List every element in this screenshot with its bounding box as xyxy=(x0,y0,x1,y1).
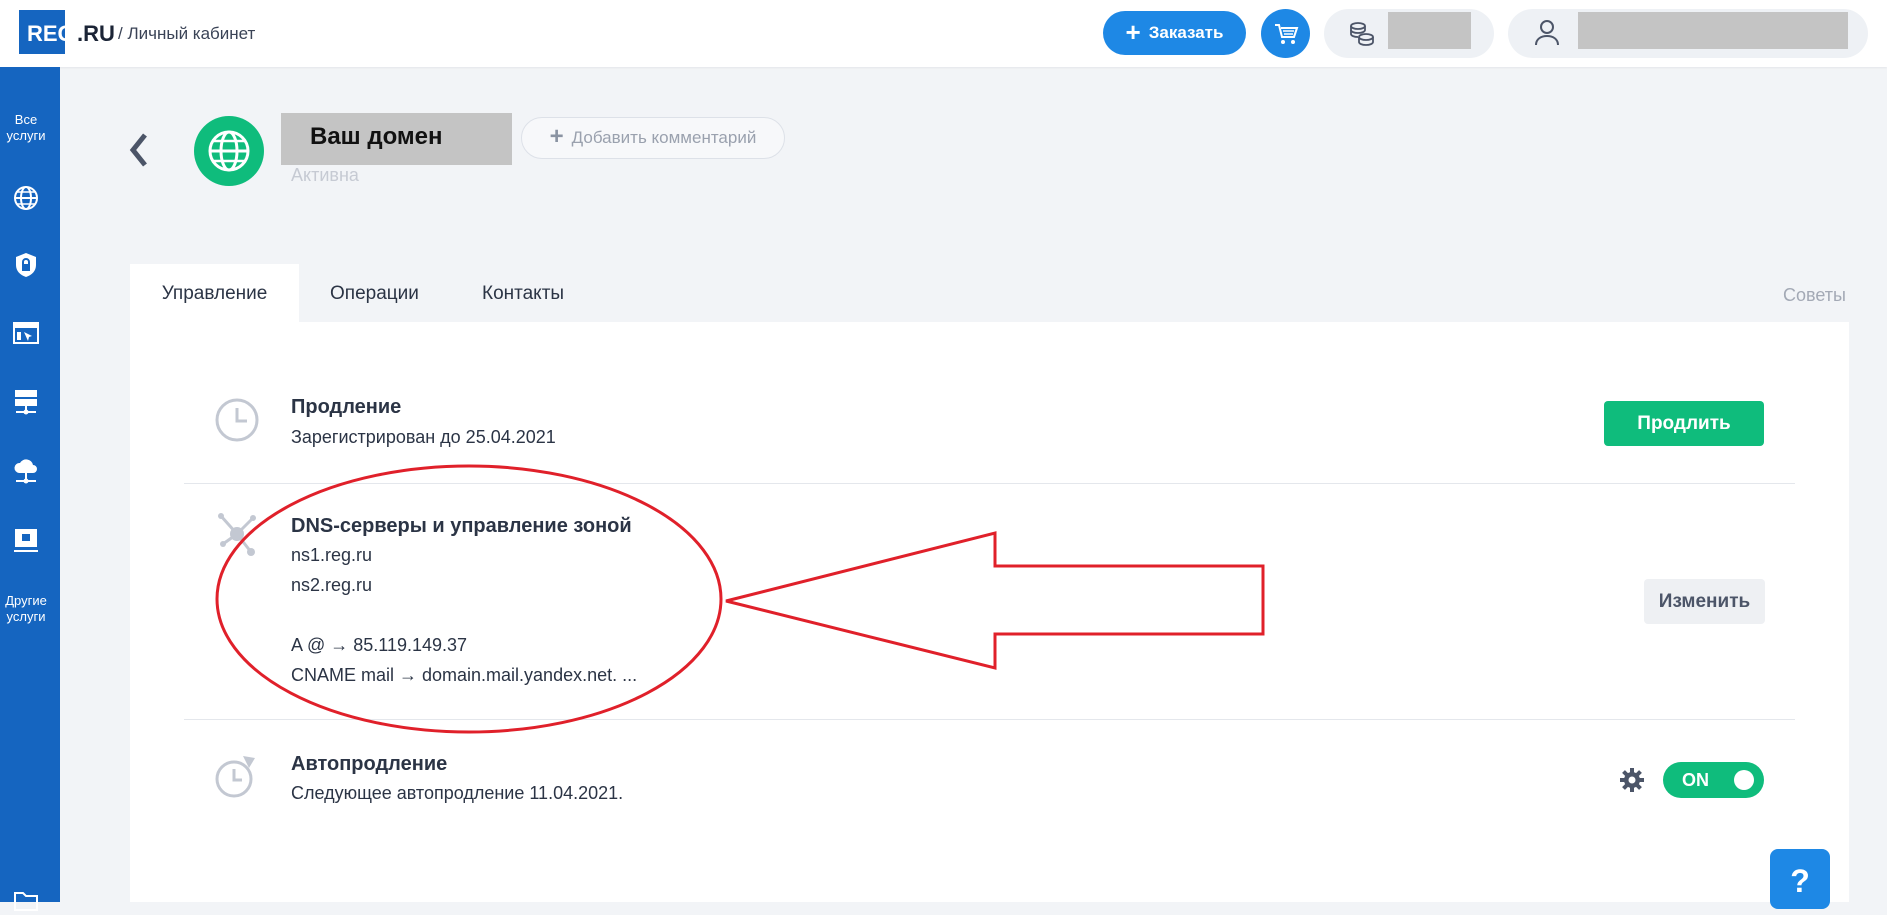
autorenew-next-date: Следующее автопродление 11.04.2021. xyxy=(291,783,624,803)
dns-title: DNS-серверы и управление зоной xyxy=(291,515,632,537)
domain-name: Ваш домен xyxy=(310,123,443,150)
user-icon xyxy=(1535,20,1559,46)
server-icon[interactable] xyxy=(12,388,40,416)
edit-dns-button[interactable]: Изменить xyxy=(1644,579,1765,624)
ns2-value: ns2.reg.ru xyxy=(291,575,373,595)
sidebar: Все услуги Другие услуги xyxy=(0,67,60,911)
divider xyxy=(184,719,1795,720)
hosting-icon[interactable] xyxy=(12,526,40,554)
domain-globe-icon xyxy=(194,116,264,186)
logo-text[interactable]: REG xyxy=(27,21,75,47)
globe-icon[interactable] xyxy=(12,184,40,212)
sidebar-item-all-services[interactable]: Все услуги xyxy=(0,112,52,144)
domain-status: Активна xyxy=(291,165,359,185)
balance-widget[interactable] xyxy=(1324,9,1494,58)
order-button-label: Заказать xyxy=(1148,23,1224,42)
autorenew-title: Автопродление xyxy=(291,753,448,775)
help-button[interactable]: ? xyxy=(1770,849,1830,909)
dns-network-icon xyxy=(218,513,256,556)
toggle-knob xyxy=(1734,770,1754,790)
divider xyxy=(184,483,1795,484)
website-builder-icon[interactable] xyxy=(12,320,40,348)
tab-contacts[interactable]: Контакты xyxy=(482,264,564,323)
user-name-redacted xyxy=(1578,12,1848,49)
balance-redacted xyxy=(1388,12,1471,49)
dns-record-cname: CNAME mail → domain.mail.yandex.net. ... xyxy=(291,665,638,685)
dns-record-a: A @ → 85.119.149.37 xyxy=(291,635,468,655)
gear-icon[interactable] xyxy=(1619,767,1645,793)
cart-button[interactable] xyxy=(1261,9,1310,58)
add-comment-button[interactable]: + Добавить комментарий xyxy=(521,117,785,159)
back-chevron-icon[interactable] xyxy=(128,132,150,168)
renewal-title: Продление xyxy=(291,396,402,418)
cloud-server-icon[interactable] xyxy=(12,457,40,485)
renew-button[interactable]: Продлить xyxy=(1604,401,1764,446)
ns1-value: ns1.reg.ru xyxy=(291,545,373,565)
sidebar-item-other-services[interactable]: Другие услуги xyxy=(0,593,52,625)
toggle-state-label: ON xyxy=(1682,770,1709,790)
tab-management[interactable]: Управление xyxy=(130,264,299,323)
tab-operations[interactable]: Операции xyxy=(330,264,419,323)
renewal-date: Зарегистрирован до 25.04.2021 xyxy=(291,427,556,447)
user-menu[interactable] xyxy=(1508,9,1868,58)
folder-icon[interactable] xyxy=(12,887,40,915)
plus-icon: + xyxy=(549,123,564,150)
clock-icon xyxy=(215,398,259,442)
plus-icon: + xyxy=(1125,16,1141,47)
shield-lock-icon[interactable] xyxy=(12,251,40,279)
cart-icon xyxy=(1274,23,1298,44)
autorenew-toggle[interactable]: ON xyxy=(1663,762,1764,798)
order-button[interactable]: + Заказать xyxy=(1103,11,1246,55)
autorenew-clock-icon xyxy=(215,756,255,798)
top-bar: REG .RU / Личный кабинет + Заказать xyxy=(0,0,1887,67)
logo-suffix[interactable]: .RU xyxy=(77,21,115,47)
add-comment-label: Добавить комментарий xyxy=(571,128,757,147)
breadcrumb[interactable]: / Личный кабинет xyxy=(118,24,255,44)
coins-icon xyxy=(1350,22,1374,46)
tips-link[interactable]: Советы xyxy=(1783,285,1846,306)
